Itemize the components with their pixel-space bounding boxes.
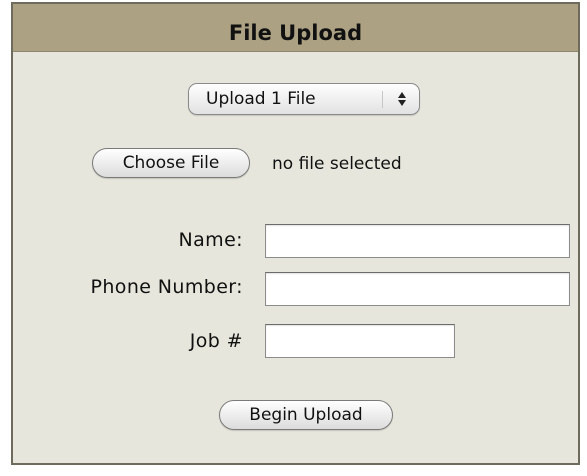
- select-divider: [382, 91, 383, 108]
- phone-number-label: Phone Number:: [90, 276, 243, 298]
- panel-title: File Upload: [228, 20, 363, 45]
- job-number-field[interactable]: [265, 324, 455, 358]
- name-label: Name:: [178, 229, 243, 251]
- begin-upload-button[interactable]: Begin Upload: [219, 400, 393, 430]
- choose-file-button[interactable]: Choose File: [92, 148, 250, 178]
- job-number-label: Job #: [189, 330, 243, 352]
- panel-title-bar: File Upload: [13, 4, 578, 52]
- chevron-down-icon: [398, 100, 406, 106]
- upload-count-selected-value: Upload 1 File: [206, 89, 316, 109]
- name-field[interactable]: [265, 224, 570, 258]
- phone-number-field[interactable]: [265, 272, 570, 306]
- file-upload-panel: File Upload Upload 1 File Choose File no…: [11, 2, 580, 465]
- select-stepper-icon: [394, 90, 410, 108]
- chevron-up-icon: [398, 92, 406, 98]
- file-status-text: no file selected: [272, 154, 402, 174]
- upload-count-select[interactable]: Upload 1 File: [188, 83, 420, 115]
